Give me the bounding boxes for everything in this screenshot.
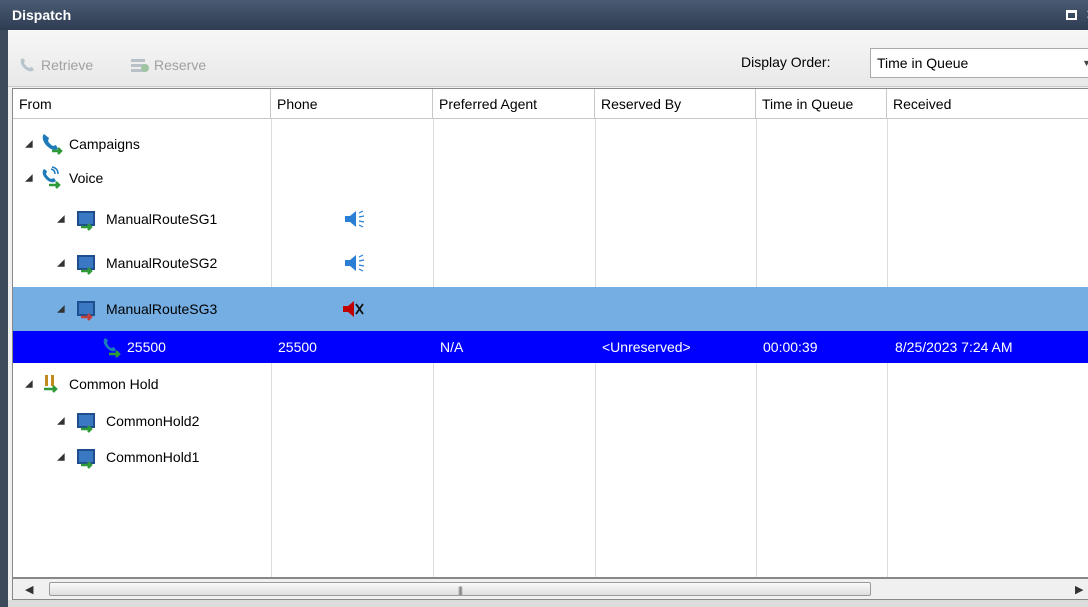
chevron-down-icon: ▼ <box>1082 58 1088 68</box>
tree-row-manualroutesg2[interactable]: ◢ ManualRouteSG2 <box>13 243 1088 283</box>
collapse-icon[interactable]: ◢ <box>25 379 33 390</box>
dispatch-grid: From Phone Preferred Agent Reserved By T… <box>12 88 1088 578</box>
column-header-from[interactable]: From <box>13 89 271 119</box>
retrieve-label: Retrieve <box>41 57 94 73</box>
incoming-call-icon <box>103 338 121 358</box>
title-bar: Dispatch ✕ <box>0 0 1088 30</box>
tree-label: Voice <box>69 170 104 186</box>
grid-header: From Phone Preferred Agent Reserved By T… <box>13 89 1088 119</box>
tree-row-manualroutesg3[interactable]: ◢ ManualRouteSG3 <box>13 287 1088 331</box>
reserve-label: Reserve <box>154 57 207 73</box>
tree-row-commonhold2[interactable]: ◢ CommonHold2 <box>13 401 1088 441</box>
display-order-select[interactable]: Time in Queue ▼ <box>870 48 1088 78</box>
call-received: 8/25/2023 7:24 AM <box>895 339 1013 355</box>
call-reserved-by: <Unreserved> <box>602 339 691 355</box>
display-order-value: Time in Queue <box>877 55 969 71</box>
phone-icon <box>20 58 34 72</box>
tree-label: ManualRouteSG2 <box>106 255 218 271</box>
toolbar: Retrieve Reserve Display Order: Time in … <box>8 30 1088 87</box>
speaker-icon <box>345 210 365 228</box>
tree-row-voice[interactable]: ◢ Voice <box>13 161 1088 195</box>
tree-label: CommonHold1 <box>106 449 200 465</box>
status-strip <box>8 600 1088 607</box>
collapse-icon[interactable]: ◢ <box>25 139 33 150</box>
queue-icon <box>77 255 95 275</box>
window-title: Dispatch <box>12 7 72 23</box>
collapse-icon[interactable]: ◢ <box>57 416 65 427</box>
campaign-phone-icon <box>42 134 63 155</box>
call-row[interactable]: 25500 25500 N/A <Unreserved> 00:00:39 8/… <box>13 331 1088 363</box>
reserve-icon <box>131 59 149 72</box>
column-header-phone[interactable]: Phone <box>271 89 433 119</box>
queue-icon <box>77 449 95 469</box>
call-phone: 25500 <box>278 339 317 355</box>
column-header-reserved-by[interactable]: Reserved By <box>595 89 756 119</box>
collapse-icon[interactable]: ◢ <box>57 214 65 225</box>
tree-row-campaigns[interactable]: ◢ Campaigns <box>13 127 1088 161</box>
maximize-icon <box>1065 10 1077 20</box>
collapse-icon[interactable]: ◢ <box>25 173 33 184</box>
tree-row-common-hold[interactable]: ◢ Common Hold <box>13 367 1088 401</box>
voice-icon <box>42 166 61 189</box>
muted-speaker-icon <box>343 301 364 317</box>
horizontal-scrollbar[interactable]: ◀ ||| ▶ <box>12 578 1088 600</box>
call-time-in-queue: 00:00:39 <box>763 339 818 355</box>
hold-icon <box>44 375 58 393</box>
tree-label: CommonHold2 <box>106 413 200 429</box>
dispatch-window: Dispatch ✕ Retrieve Reserve Display Orde… <box>0 0 1088 607</box>
queue-icon <box>77 211 95 231</box>
tree-label: ManualRouteSG1 <box>106 211 218 227</box>
tree-label: Common Hold <box>69 376 159 392</box>
column-header-received[interactable]: Received <box>887 89 1088 119</box>
call-from: 25500 <box>127 339 166 355</box>
column-header-time-in-queue[interactable]: Time in Queue <box>756 89 887 119</box>
reserve-button[interactable]: Reserve <box>129 54 206 76</box>
retrieve-button[interactable]: Retrieve <box>18 54 93 76</box>
queue-icon <box>77 301 95 321</box>
collapse-icon[interactable]: ◢ <box>57 452 65 463</box>
call-preferred-agent: N/A <box>440 339 464 355</box>
scroll-right-icon[interactable]: ▶ <box>1075 583 1083 596</box>
tree-label: Campaigns <box>69 136 140 152</box>
maximize-button[interactable] <box>1062 6 1080 24</box>
tree-row-commonhold1[interactable]: ◢ CommonHold1 <box>13 437 1088 477</box>
collapse-icon[interactable]: ◢ <box>57 304 65 315</box>
column-header-preferred-agent[interactable]: Preferred Agent <box>433 89 595 119</box>
grip-icon: ||| <box>458 585 463 595</box>
queue-icon <box>77 413 95 433</box>
scrollbar-thumb[interactable]: ||| <box>49 582 871 596</box>
collapse-icon[interactable]: ◢ <box>57 258 65 269</box>
scroll-left-icon[interactable]: ◀ <box>25 583 33 596</box>
speaker-icon <box>345 254 365 272</box>
tree-row-manualroutesg1[interactable]: ◢ ManualRouteSG1 <box>13 199 1088 239</box>
tree-label: ManualRouteSG3 <box>106 301 218 317</box>
display-order-label: Display Order: <box>741 54 831 70</box>
